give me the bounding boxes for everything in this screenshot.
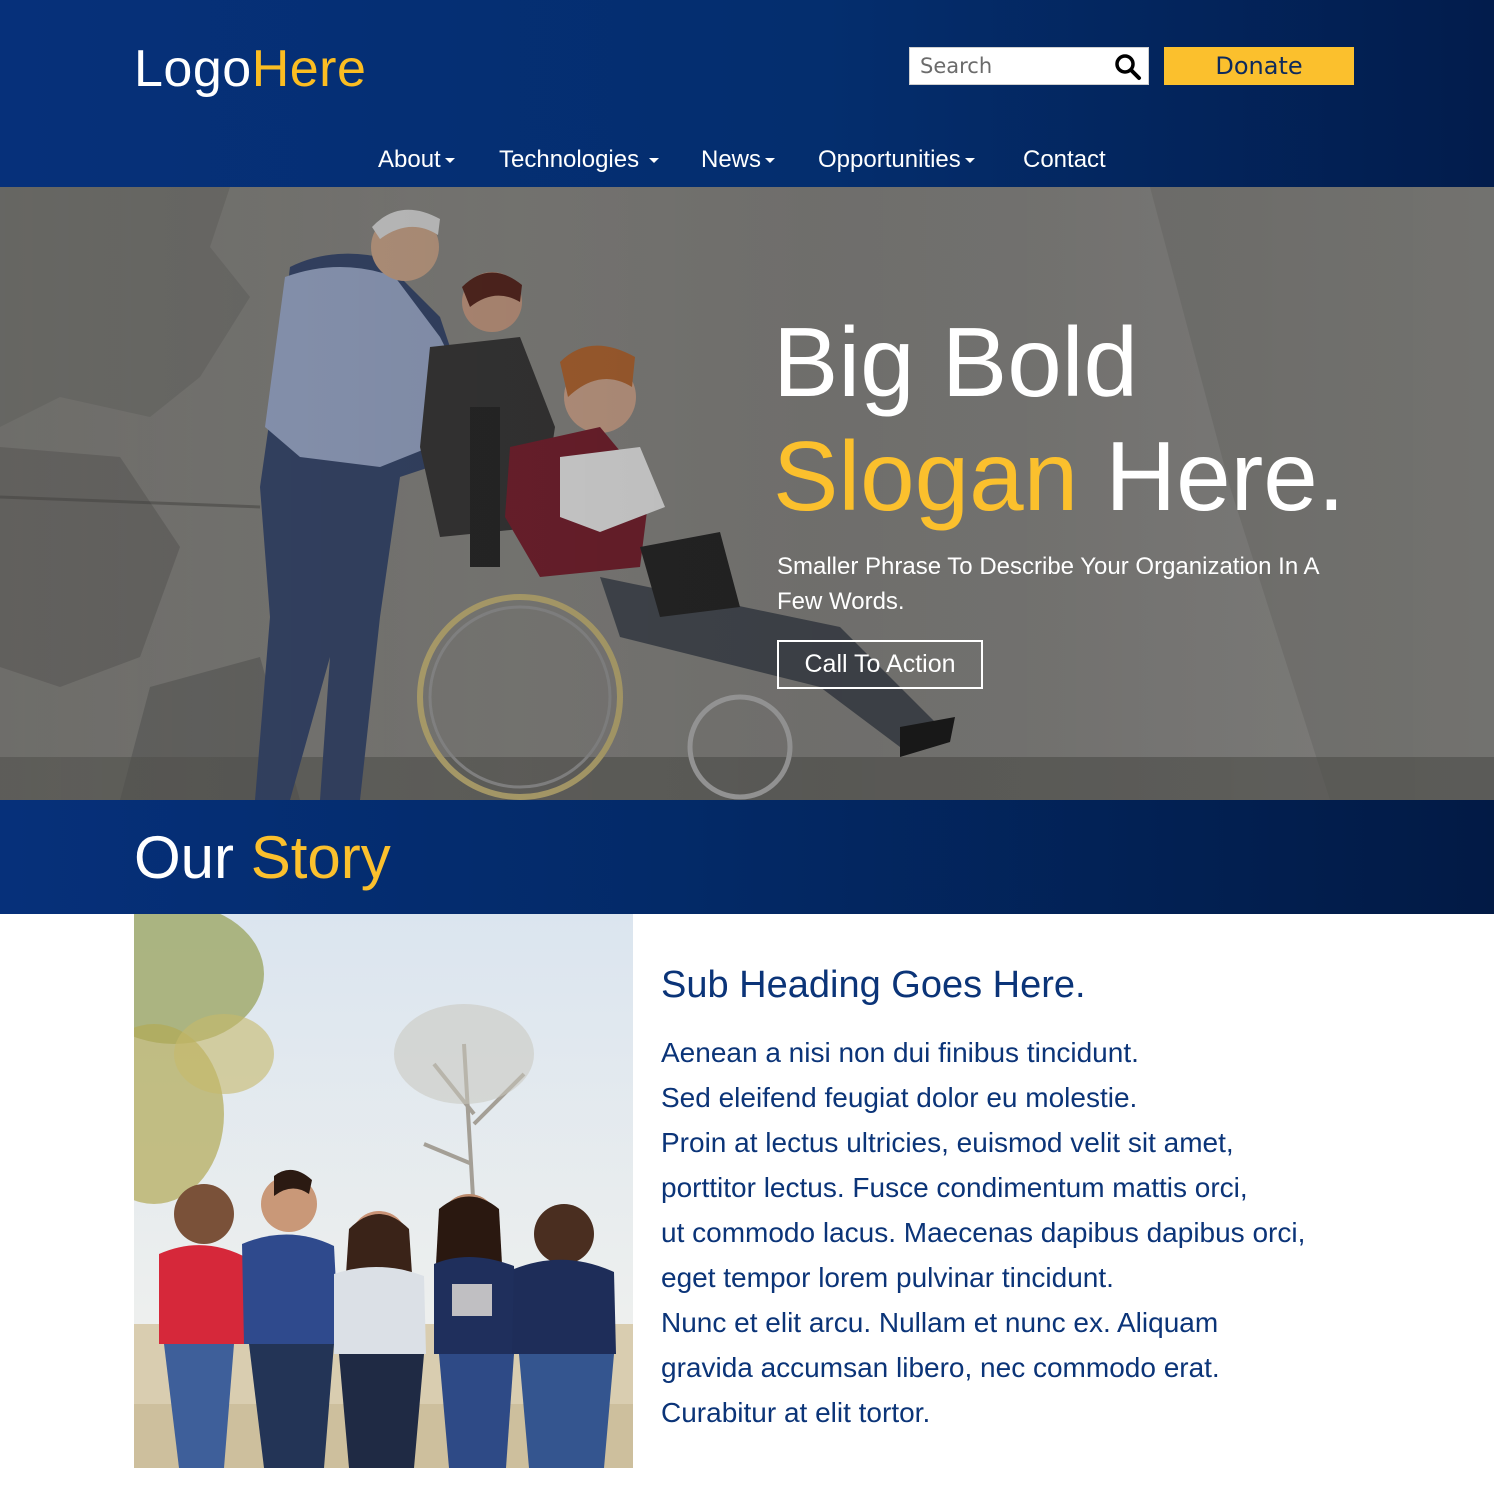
body-line: porttitor lectus. Fusce condimentum matt…: [661, 1172, 1248, 1203]
section-title: Our Story: [134, 820, 391, 896]
hero-section: Big Bold Slogan Here. Smaller Phrase To …: [0, 187, 1494, 800]
sub-heading: Sub Heading Goes Here.: [661, 964, 1086, 1006]
group-photo-image: [134, 914, 633, 1468]
body-line: Sed eleifend feugiat dolor eu molestie.: [661, 1082, 1138, 1113]
search-box: [909, 47, 1149, 85]
hero-title-accent: Slogan: [773, 421, 1079, 531]
body-line: Aenean a nisi non dui finibus tincidunt.: [661, 1037, 1139, 1068]
logo[interactable]: LogoHere: [134, 38, 366, 100]
group-photo: [134, 914, 633, 1468]
section-title-accent: Story: [250, 824, 391, 891]
hero-title-line1: Big Bold: [773, 307, 1139, 417]
our-story-band: Our Story: [0, 800, 1494, 914]
body-line: Curabitur at elit tortor.: [661, 1397, 931, 1428]
section-title-main: Our: [134, 824, 235, 891]
hero-title: Big Bold Slogan Here.: [773, 305, 1345, 533]
nav-item-news[interactable]: News: [701, 138, 776, 182]
caret-down-icon: [649, 158, 660, 164]
hero-subtitle: Smaller Phrase To Describe Your Organiza…: [777, 553, 1319, 615]
body-line: Proin at lectus ultricies, euismod velit…: [661, 1127, 1234, 1158]
nav-item-label: Contact: [1023, 146, 1106, 173]
logo-accent-text: Here: [251, 40, 367, 98]
hero-title-rest: Here.: [1105, 421, 1346, 531]
body-line: Nunc et elit arcu. Nullam et nunc ex. Al…: [661, 1307, 1219, 1338]
nav-item-technologies[interactable]: Technologies: [499, 138, 660, 182]
caret-down-icon: [765, 158, 776, 164]
nav-item-contact[interactable]: Contact: [1023, 138, 1106, 182]
call-to-action-button[interactable]: Call To Action: [777, 640, 983, 689]
nav-item-label: Opportunities: [818, 146, 961, 173]
caret-down-icon: [964, 158, 975, 164]
nav-item-about[interactable]: About: [378, 138, 455, 182]
nav-item-label: News: [701, 146, 762, 173]
hero-title-line2: Slogan Here.: [773, 419, 1345, 533]
body-line: ut commodo lacus. Maecenas dapibus dapib…: [661, 1217, 1306, 1248]
logo-text: Logo: [134, 40, 252, 98]
search-icon[interactable]: [1114, 53, 1142, 81]
donate-button[interactable]: Donate: [1164, 47, 1354, 85]
main-nav: About Technologies News Opportunities Co…: [0, 138, 1494, 182]
site-header: LogoHere Donate About Technologies News …: [0, 0, 1494, 187]
caret-down-icon: [444, 158, 455, 164]
body-line: gravida accumsan libero, nec commodo era…: [661, 1352, 1220, 1383]
body-line: eget tempor lorem pulvinar tincidunt.: [661, 1262, 1114, 1293]
search-input[interactable]: [910, 48, 1110, 84]
nav-item-opportunities[interactable]: Opportunities: [818, 138, 975, 182]
nav-item-label: Technologies: [499, 146, 640, 173]
story-body: Aenean a nisi non dui finibus tincidunt.…: [661, 1030, 1381, 1435]
nav-item-label: About: [378, 146, 441, 173]
